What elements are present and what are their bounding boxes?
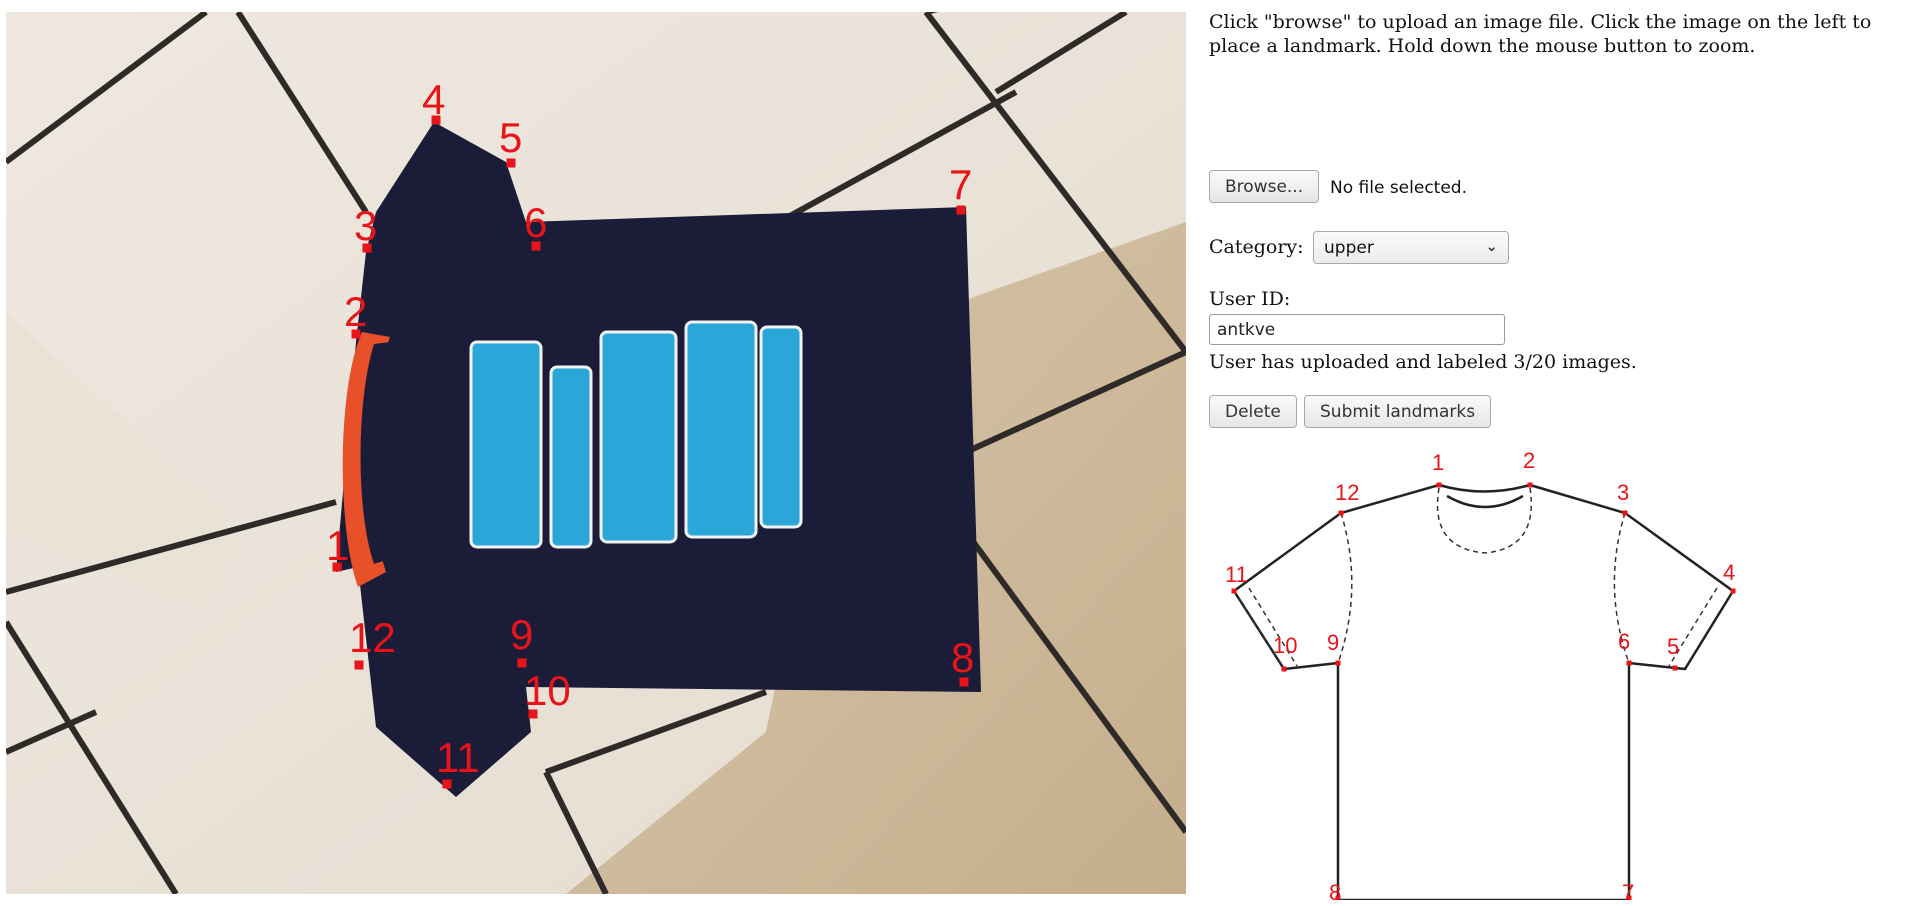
photo-landmark-label: 8 bbox=[951, 634, 974, 681]
diagram-landmark-dot bbox=[1622, 510, 1628, 516]
submit-landmarks-button[interactable]: Submit landmarks bbox=[1304, 395, 1492, 428]
user-id-label: User ID: bbox=[1209, 288, 1291, 310]
photo-landmark-label: 11 bbox=[436, 734, 480, 781]
photo-landmark-label: 3 bbox=[354, 202, 377, 249]
user-id-input[interactable] bbox=[1209, 314, 1505, 345]
photo-landmark-1: 1 bbox=[326, 522, 349, 572]
diagram-landmark-dot bbox=[1730, 588, 1736, 594]
control-panel: Click "browse" to upload an image file. … bbox=[1209, 10, 1899, 900]
diagram-landmark-dot bbox=[1436, 482, 1442, 488]
diagram-landmark-label: 1 bbox=[1432, 450, 1444, 475]
photo-landmark-11: 11 bbox=[436, 734, 480, 789]
diagram-landmark-label: 12 bbox=[1335, 480, 1359, 505]
photo-landmark-3: 3 bbox=[354, 202, 377, 253]
photo-landmark-7: 7 bbox=[949, 161, 972, 215]
diagram-landmark-label: 11 bbox=[1225, 562, 1248, 587]
photo-landmark-6: 6 bbox=[524, 199, 547, 251]
diagram-shirt-outline bbox=[1232, 483, 1735, 900]
diagram-landmarks: 1 23456789101112 bbox=[1225, 448, 1736, 900]
chevron-down-icon: ⌄ bbox=[1485, 237, 1498, 255]
photo-landmark-label: 4 bbox=[422, 76, 445, 123]
diagram-landmark-6: 6 bbox=[1618, 629, 1632, 666]
diagram-landmark-label: 3 bbox=[1617, 480, 1629, 505]
diagram-landmark-7: 7 bbox=[1622, 880, 1634, 900]
diagram-landmark-dot bbox=[1527, 482, 1533, 488]
category-label: Category: bbox=[1209, 236, 1304, 258]
instructions-text: Click "browse" to upload an image file. … bbox=[1209, 11, 1872, 57]
browse-button[interactable]: Browse... bbox=[1209, 170, 1320, 203]
photo-landmark-4: 4 bbox=[422, 76, 445, 125]
file-status-text: No file selected. bbox=[1330, 178, 1467, 198]
photo-landmark-label: 12 bbox=[349, 614, 396, 661]
delete-button[interactable]: Delete bbox=[1209, 395, 1297, 428]
diagram-landmark-label: 8 bbox=[1329, 880, 1341, 900]
diagram-landmark-label: 5 bbox=[1667, 634, 1679, 659]
diagram-landmark-dot bbox=[1672, 665, 1678, 671]
diagram-landmark-11: 11 bbox=[1225, 562, 1248, 594]
diagram-landmark-10: 10 bbox=[1273, 633, 1297, 672]
diagram-landmark-2: 2 bbox=[1523, 448, 1535, 488]
diagram-landmark-label: 10 bbox=[1273, 633, 1297, 658]
diagram-landmark-9: 9 bbox=[1327, 630, 1341, 666]
photo-landmark-label: 1 bbox=[326, 522, 349, 569]
diagram-landmark-dot bbox=[1335, 660, 1341, 666]
shirt-print bbox=[469, 320, 803, 549]
category-select[interactable]: upper ⌄ bbox=[1313, 231, 1509, 264]
diagram-landmark-label: 4 bbox=[1723, 560, 1735, 585]
landmark-reference-diagram: 1 23456789101112 bbox=[1225, 448, 1736, 900]
diagram-landmark-label: 9 bbox=[1327, 630, 1339, 655]
photo-landmark-label: 2 bbox=[344, 288, 367, 335]
photo-landmark-label: 10 bbox=[524, 667, 571, 714]
upload-status-text: User has uploaded and labeled 3/20 image… bbox=[1209, 351, 1637, 373]
photo-landmark-2: 2 bbox=[344, 288, 367, 339]
diagram-landmark-dot bbox=[1626, 660, 1632, 666]
diagram-landmark-dot bbox=[1338, 510, 1344, 516]
photo-landmark-label: 5 bbox=[499, 114, 522, 161]
diagram-landmark-dot bbox=[1231, 588, 1237, 594]
photo-landmark-dot bbox=[354, 660, 364, 670]
photo-landmark-5: 5 bbox=[499, 114, 522, 168]
photo-landmark-10: 10 bbox=[524, 667, 571, 719]
diagram-landmark-label: 6 bbox=[1618, 629, 1630, 654]
photo-landmark-8: 8 bbox=[951, 634, 974, 687]
diagram-landmark-label: 2 bbox=[1523, 448, 1535, 473]
category-selected-value: upper bbox=[1324, 238, 1374, 258]
photo-canvas[interactable]: 1 2 3 4 5 6 7 8 9 10 11 12 bbox=[6, 12, 1186, 894]
diagram-landmark-label: 7 bbox=[1622, 880, 1634, 900]
diagram-landmark-8: 8 bbox=[1329, 880, 1341, 900]
diagram-landmark-1: 1 bbox=[1432, 450, 1444, 488]
photo-landmark-label: 6 bbox=[524, 199, 547, 246]
photo-landmark-label: 7 bbox=[949, 161, 972, 208]
photo-landmark-label: 9 bbox=[510, 611, 533, 658]
diagram-landmark-dot bbox=[1281, 666, 1287, 672]
